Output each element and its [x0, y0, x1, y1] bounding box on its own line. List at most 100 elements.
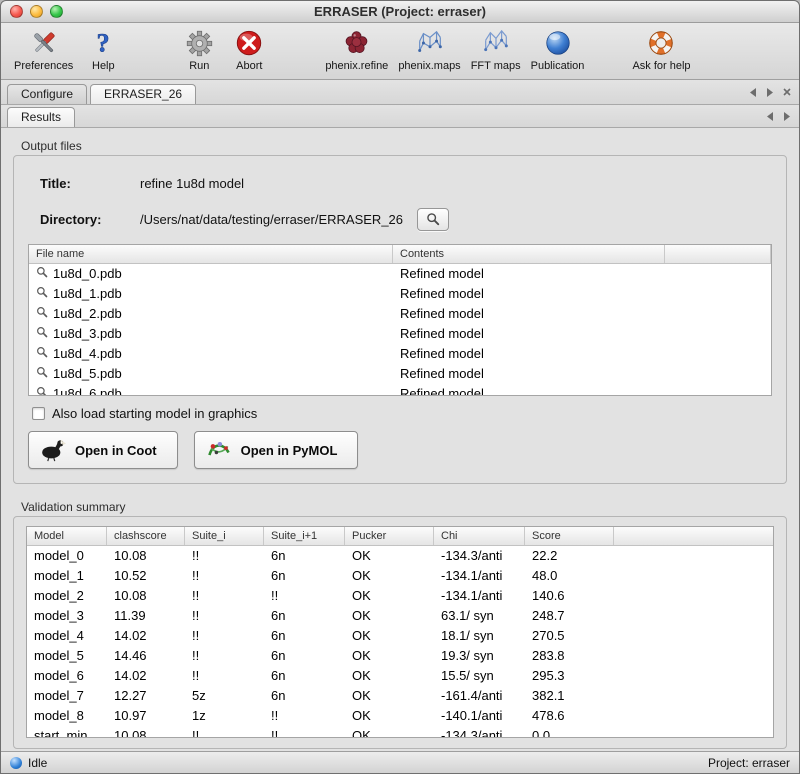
column-header-empty: [665, 245, 771, 263]
file-row[interactable]: 1u8d_5.pdb Refined model: [29, 364, 771, 384]
cell-chi: -134.1/anti: [434, 566, 525, 586]
help-button[interactable]: ? Help: [78, 26, 128, 72]
toolbar-item-label: Abort: [236, 60, 262, 72]
file-name: 1u8d_5.pdb: [53, 364, 122, 384]
tab-erraser-26[interactable]: ERRASER_26: [90, 84, 196, 104]
minimize-window-button[interactable]: [30, 5, 43, 18]
validation-row[interactable]: model_1 10.52 !! 6n OK -134.1/anti 48.0: [27, 566, 773, 586]
cell-suite-i: !!: [185, 626, 264, 646]
file-contents: Refined model: [393, 264, 665, 284]
validation-row[interactable]: model_5 14.46 !! 6n OK 19.3/ syn 283.8: [27, 646, 773, 666]
cell-chi: -134.3/anti: [434, 546, 525, 566]
file-name: 1u8d_3.pdb: [53, 324, 122, 344]
tab-nav-controls: [749, 80, 791, 104]
preferences-button[interactable]: Preferences: [9, 26, 78, 72]
cell-pucker: OK: [345, 546, 434, 566]
validation-row[interactable]: model_7 12.27 5z 6n OK -161.4/anti 382.1: [27, 686, 773, 706]
status-bar: Idle Project: erraser: [1, 751, 799, 773]
lifebuoy-icon: [641, 26, 681, 60]
cell-model: model_3: [27, 606, 107, 626]
cell-chi: -134.3/anti: [434, 726, 525, 738]
cell-suite-i1: 6n: [264, 546, 345, 566]
publication-button[interactable]: Publication: [526, 26, 590, 72]
validation-row[interactable]: model_8 10.97 1z !! OK -140.1/anti 478.6: [27, 706, 773, 726]
validation-column-header[interactable]: Suite_i+1: [264, 527, 345, 545]
file-row[interactable]: 1u8d_4.pdb Refined model: [29, 344, 771, 364]
cell-pucker: OK: [345, 646, 434, 666]
file-name: 1u8d_0.pdb: [53, 264, 122, 284]
coot-bird-icon: [39, 436, 67, 465]
cell-score: 22.2: [525, 546, 614, 566]
toolbar-item-label: Run: [189, 60, 209, 72]
browse-directory-button[interactable]: [417, 208, 449, 231]
validation-row[interactable]: model_6 14.02 !! 6n OK 15.5/ syn 295.3: [27, 666, 773, 686]
main-toolbar: Preferences ? Help: [1, 23, 799, 80]
abort-icon: [229, 26, 269, 60]
column-header-contents[interactable]: Contents: [393, 245, 665, 263]
file-row[interactable]: 1u8d_1.pdb Refined model: [29, 284, 771, 304]
cell-suite-i1: !!: [264, 706, 345, 726]
output-files-table: File name Contents: [28, 244, 772, 396]
validation-row[interactable]: model_2 10.08 !! !! OK -134.1/anti 140.6: [27, 586, 773, 606]
column-header-file-name[interactable]: File name: [29, 245, 393, 263]
validation-column-header[interactable]: Chi: [434, 527, 525, 545]
validation-row[interactable]: model_3 11.39 !! 6n OK 63.1/ syn 248.7: [27, 606, 773, 626]
validation-column-header[interactable]: Score: [525, 527, 614, 545]
load-starting-model-label: Also load starting model in graphics: [52, 406, 257, 421]
file-row[interactable]: 1u8d_6.pdb Refined model: [29, 384, 771, 396]
cell-chi: -140.1/anti: [434, 706, 525, 726]
title-label: Title:: [40, 176, 140, 191]
file-row[interactable]: 1u8d_3.pdb Refined model: [29, 324, 771, 344]
open-in-pymol-button[interactable]: Open in PyMOL: [194, 431, 359, 469]
tab-scroll-left-icon[interactable]: [749, 88, 757, 97]
magnifier-icon: [36, 384, 48, 396]
fft-maps-button[interactable]: FFT maps: [466, 26, 526, 72]
validation-row[interactable]: start_min 10.08 !! !! OK -134.3/anti 0.0: [27, 726, 773, 738]
pymol-molecule-icon: [205, 436, 233, 465]
validation-column-header[interactable]: Suite_i: [185, 527, 264, 545]
ask-for-help-button[interactable]: Ask for help: [627, 26, 695, 72]
cell-pucker: OK: [345, 626, 434, 646]
sub-tab-scroll-left-icon[interactable]: [766, 112, 774, 121]
cell-score: 0.0: [525, 726, 614, 738]
validation-column-header[interactable]: Pucker: [345, 527, 434, 545]
file-contents: Refined model: [393, 364, 665, 384]
validation-row[interactable]: model_0 10.08 !! 6n OK -134.3/anti 22.2: [27, 546, 773, 566]
toolbar-item-label: Help: [92, 60, 115, 72]
cell-chi: -161.4/anti: [434, 686, 525, 706]
cell-clashscore: 10.97: [107, 706, 185, 726]
phenix-maps-button[interactable]: phenix.maps: [393, 26, 465, 72]
tab-configure[interactable]: Configure: [7, 84, 87, 104]
title-row: Title: refine 1u8d model: [40, 172, 772, 194]
run-button[interactable]: Run: [174, 26, 224, 72]
app-window: ERRASER (Project: erraser) Preferences: [0, 0, 800, 774]
cell-pucker: OK: [345, 706, 434, 726]
cell-clashscore: 14.02: [107, 626, 185, 646]
file-contents: Refined model: [393, 284, 665, 304]
cell-chi: 18.1/ syn: [434, 626, 525, 646]
open-in-coot-button[interactable]: Open in Coot: [28, 431, 178, 469]
cell-clashscore: 10.52: [107, 566, 185, 586]
load-starting-model-checkbox[interactable]: [32, 407, 45, 420]
validation-row[interactable]: model_4 14.02 !! 6n OK 18.1/ syn 270.5: [27, 626, 773, 646]
file-row[interactable]: 1u8d_2.pdb Refined model: [29, 304, 771, 324]
cell-model: model_1: [27, 566, 107, 586]
validation-column-header[interactable]: clashscore: [107, 527, 185, 545]
validation-table: Model clashscore Suite_i Suite_i+1 Pucke…: [26, 526, 774, 738]
abort-button[interactable]: Abort: [224, 26, 274, 72]
tab-results[interactable]: Results: [7, 107, 75, 127]
zoom-window-button[interactable]: [50, 5, 63, 18]
magnifier-icon: [36, 324, 48, 344]
magnifier-icon: [36, 264, 48, 284]
toolbar-item-label: Ask for help: [632, 60, 690, 72]
file-contents: Refined model: [393, 304, 665, 324]
phenix-refine-button[interactable]: phenix.refine: [320, 26, 393, 72]
close-window-button[interactable]: [10, 5, 23, 18]
magnifier-icon: [426, 212, 440, 226]
tab-scroll-right-icon[interactable]: [766, 88, 774, 97]
sub-tab-scroll-right-icon[interactable]: [783, 112, 791, 121]
validation-column-header[interactable]: Model: [27, 527, 107, 545]
tab-close-icon[interactable]: [783, 88, 791, 96]
open-in-pymol-label: Open in PyMOL: [241, 443, 338, 458]
file-row[interactable]: 1u8d_0.pdb Refined model: [29, 264, 771, 284]
